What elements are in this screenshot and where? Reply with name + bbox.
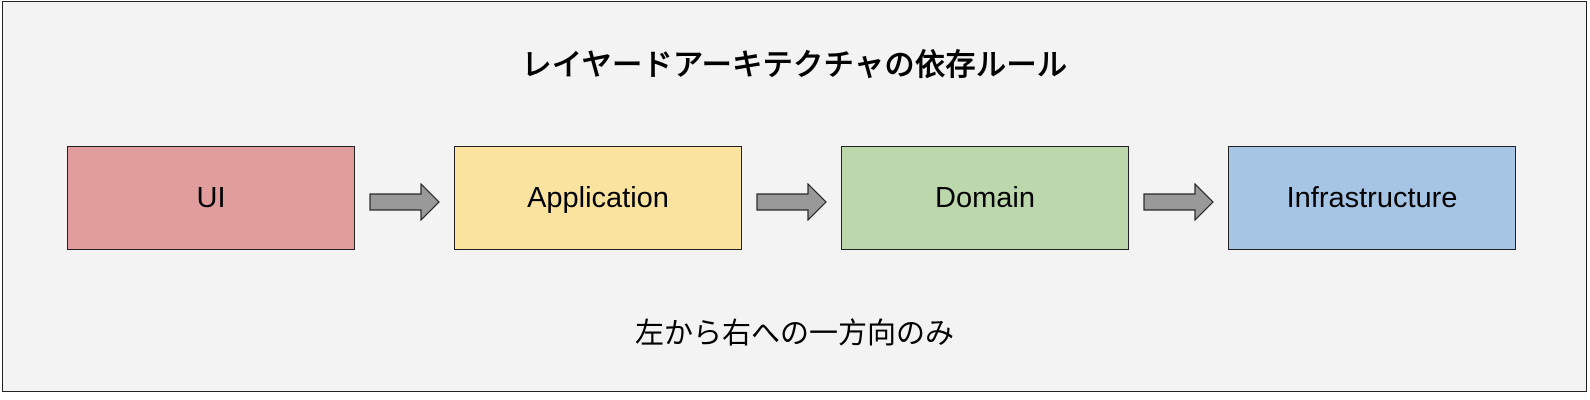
layer-box-infrastructure: Infrastructure	[1228, 146, 1516, 250]
layer-label-infrastructure: Infrastructure	[1286, 181, 1458, 214]
arrow-right-icon	[756, 183, 827, 221]
diagram-caption: 左から右への一方向のみ	[634, 316, 954, 350]
layer-label-ui: UI	[196, 181, 226, 214]
arrow-right-icon	[369, 183, 440, 221]
layer-label-domain: Domain	[935, 181, 1035, 214]
layer-box-application: Application	[454, 146, 742, 250]
layer-box-domain: Domain	[841, 146, 1129, 250]
diagram-title: レイヤードアーキテクチャの依存ルール	[521, 48, 1068, 83]
layer-label-application: Application	[527, 181, 669, 214]
layer-box-ui: UI	[67, 146, 355, 250]
arrow-right-icon	[1143, 183, 1214, 221]
diagram-canvas: レイヤードアーキテクチャの依存ルール UI Application Domain…	[2, 1, 1587, 392]
